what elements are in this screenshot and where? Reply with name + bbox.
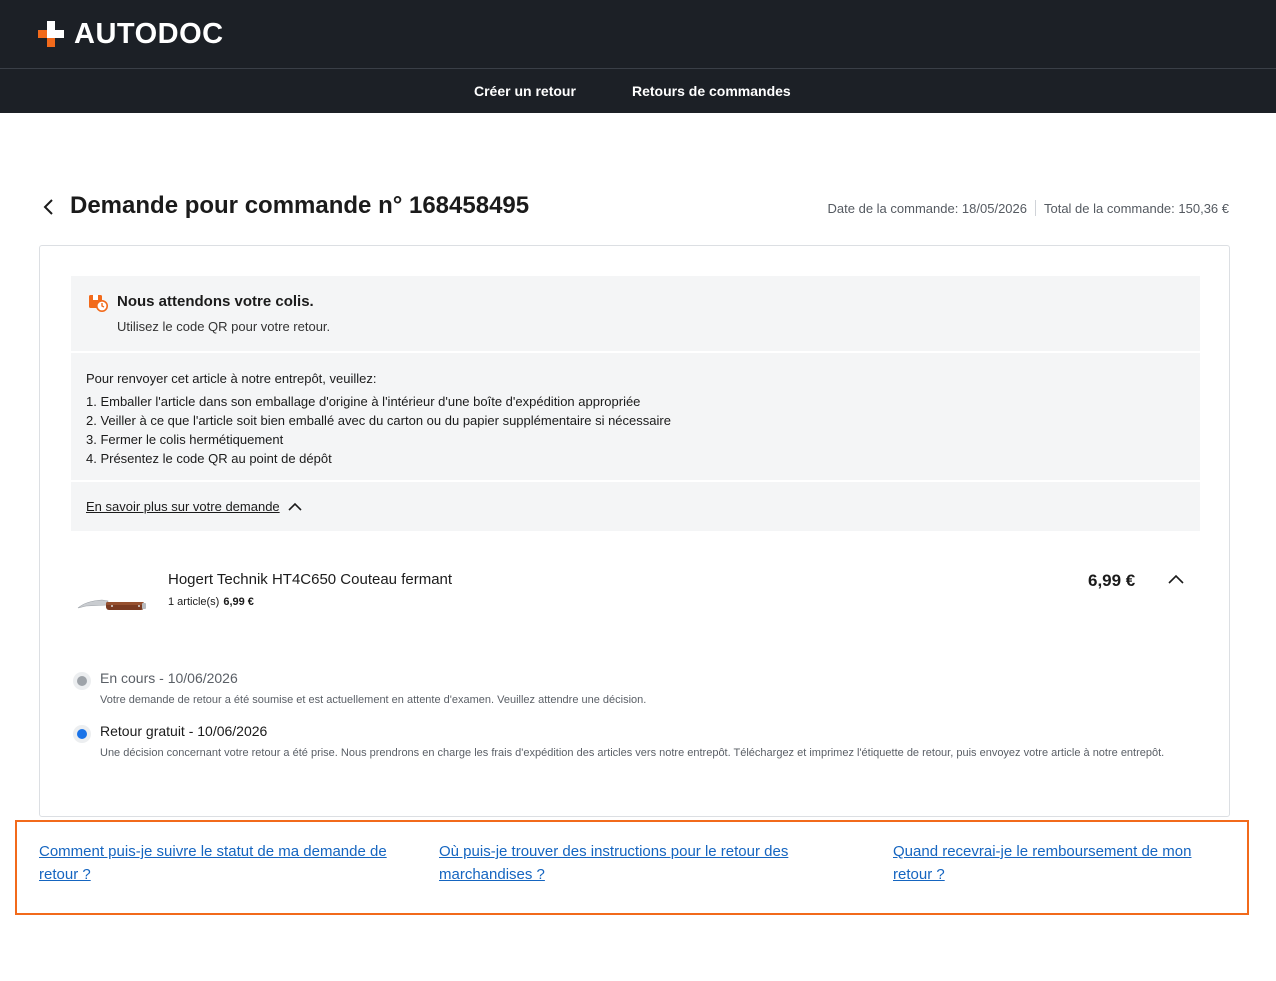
product-name[interactable]: Hogert Technik HT4C650 Couteau fermant [168, 571, 452, 588]
more-info-panel: En savoir plus sur votre demande [71, 482, 1200, 531]
product-quantity: 1 article(s) 6,99 € [168, 596, 254, 608]
step-title: Retour gratuit - 10/06/2026 [100, 723, 268, 739]
nav-order-returns[interactable]: Retours de commandes [632, 83, 791, 99]
status-dot-grey [73, 672, 91, 690]
faq-refund-link[interactable]: Quand recevrai-je le remboursement de mo… [893, 840, 1233, 886]
product-price: 6,99 € [1088, 571, 1136, 590]
more-info-label: En savoir plus sur votre demande [86, 499, 280, 514]
status-title: Nous attendons votre colis. [117, 293, 314, 310]
top-bar: AUTODOC Créer un retour Retours de comma… [0, 0, 1276, 113]
instructions-list: 1. Emballer l'article dans son emballage… [86, 392, 671, 468]
instruction-item: 1. Emballer l'article dans son emballage… [86, 394, 641, 409]
instruction-item: 3. Fermer le colis hermétiquement [86, 432, 284, 447]
instruction-item: 4. Présentez le code QR au point de dépô… [86, 451, 332, 466]
return-instructions: Pour renvoyer cet article à notre entrep… [71, 353, 1200, 480]
more-info-toggle[interactable]: En savoir plus sur votre demande [86, 499, 302, 514]
meta-separator [1034, 200, 1036, 216]
step-description: Votre demande de retour a été soumise et… [100, 694, 647, 706]
quantity-label: 1 article(s) [168, 596, 220, 608]
autodoc-logo[interactable]: AUTODOC [38, 18, 224, 50]
brand-name: AUTODOC [74, 17, 224, 50]
faq-return-instructions-link[interactable]: Où puis-je trouver des instructions pour… [439, 840, 839, 886]
chevron-left-icon [43, 199, 53, 215]
chevron-up-icon [288, 502, 302, 511]
order-meta: Date de la commande: 18/05/2026 Total de… [828, 200, 1229, 216]
step-title: En cours - 10/06/2026 [100, 670, 238, 686]
instruction-item: 2. Veiller à ce que l'article soit bien … [86, 413, 671, 428]
header-divider [0, 68, 1276, 69]
instructions-title: Pour renvoyer cet article à notre entrep… [86, 371, 377, 386]
faq-links: Comment puis-je suivre le statut de ma d… [15, 820, 1249, 915]
status-subtitle: Utilisez le code QR pour votre retour. [117, 319, 331, 334]
chevron-up-icon[interactable] [1166, 569, 1186, 589]
status-banner: Nous attendons votre colis. Utilisez le … [71, 276, 1200, 351]
nav-create-return[interactable]: Créer un retour [474, 83, 576, 99]
parcel-clock-icon [89, 295, 108, 312]
order-total: Total de la commande: 150,36 € [1043, 200, 1229, 216]
return-request-card: Nous attendons votre colis. Utilisez le … [39, 245, 1230, 817]
order-date: Date de la commande: 18/05/2026 [827, 200, 1027, 216]
status-dot-blue [73, 725, 91, 743]
plus-logo-icon [38, 21, 64, 47]
product-image[interactable] [76, 591, 148, 619]
page-title: Demande pour commande n° 168458495 [70, 192, 530, 219]
faq-track-status-link[interactable]: Comment puis-je suivre le statut de ma d… [39, 840, 429, 886]
step-description: Une décision concernant votre retour a é… [100, 747, 1165, 759]
back-button[interactable] [38, 196, 60, 218]
unit-price: 6,99 € [223, 596, 254, 608]
